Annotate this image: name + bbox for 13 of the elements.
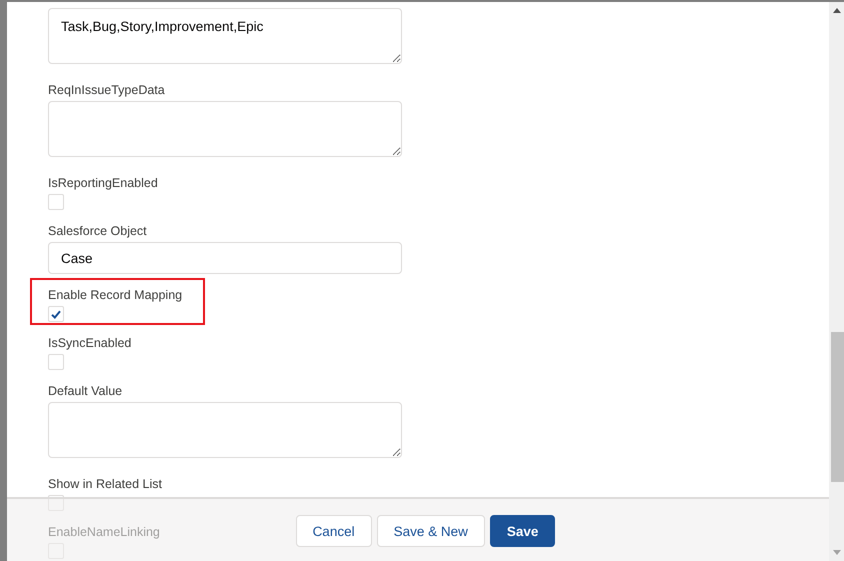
- field-label: IsSyncEnabled: [48, 335, 132, 351]
- field-label: Salesforce Object: [48, 223, 147, 239]
- field-label: IsReportingEnabled: [48, 175, 158, 191]
- field-label: ReqInIssueTypeData: [48, 82, 165, 98]
- text-area-field[interactable]: Task,Bug,Story,Improvement,Epic: [48, 8, 402, 64]
- footer-button[interactable]: Cancel: [296, 515, 372, 547]
- field-label: Enable Record Mapping: [48, 287, 182, 303]
- input-field[interactable]: Case: [48, 242, 402, 274]
- field-label: Show in Related List: [48, 476, 162, 492]
- field-label: EnableNameLinking: [48, 524, 160, 540]
- save-button[interactable]: Save: [490, 515, 556, 547]
- footer-button[interactable]: Save & New: [376, 515, 485, 547]
- field-label: Default Value: [48, 383, 122, 399]
